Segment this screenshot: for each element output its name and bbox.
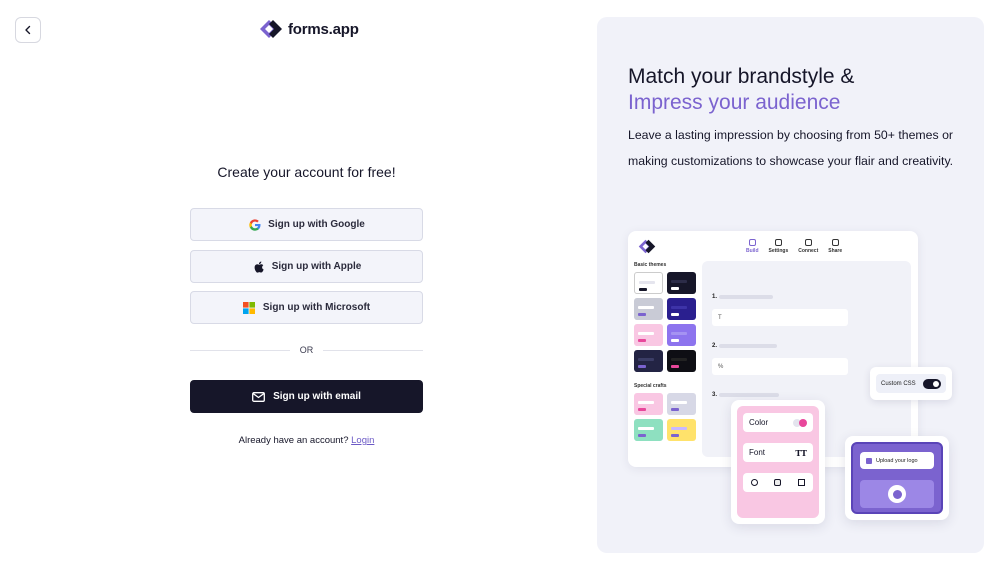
signup-heading: Create your account for free! <box>217 164 396 180</box>
question-line <box>719 393 779 397</box>
theme-thumbnail <box>634 298 663 320</box>
basic-themes-label: Basic themes <box>634 262 667 268</box>
share-icon <box>831 239 839 246</box>
apple-signup-button[interactable]: Sign up with Apple <box>190 250 423 283</box>
divider-line-left <box>190 349 290 351</box>
upload-logo-label: Upload your logo <box>876 457 918 464</box>
question-line <box>719 295 773 299</box>
upload-icon <box>866 457 872 464</box>
mockup-tab-connect: Connect <box>798 239 818 254</box>
connect-icon <box>804 239 812 246</box>
logo-preview-area <box>860 480 934 508</box>
question-input: T <box>712 309 848 326</box>
mockup-tab-build: Build <box>746 239 759 254</box>
theme-thumbnail <box>634 350 663 372</box>
login-prompt-text: Already have an account? <box>238 435 349 446</box>
custom-css-toggle <box>923 378 941 389</box>
promo-panel: Match your brandstyle & Impress your aud… <box>597 17 984 553</box>
theme-thumbnail <box>667 298 696 320</box>
theme-thumbnail <box>667 324 696 346</box>
brand-logo[interactable]: forms.app <box>259 19 359 39</box>
promo-description: Leave a lasting impression by choosing f… <box>628 128 954 168</box>
chevron-left-icon <box>25 25 31 35</box>
upload-logo-background: Upload your logo <box>851 442 943 514</box>
back-button[interactable] <box>15 17 41 43</box>
google-icon <box>248 218 261 231</box>
promo-title: Match your brandstyle & Impress your aud… <box>628 64 854 116</box>
theme-thumbnail <box>667 393 696 415</box>
microsoft-icon <box>243 301 256 314</box>
shape-row <box>743 473 813 492</box>
email-signup-button[interactable]: Sign up with email <box>190 380 423 413</box>
login-prompt: Already have an account? Login <box>190 435 423 446</box>
question-input: % <box>712 358 848 375</box>
color-row: Color <box>743 413 813 432</box>
theme-thumbnail <box>634 393 663 415</box>
logo-placeholder-icon <box>888 485 906 503</box>
question-number: 2. <box>712 343 718 349</box>
signup-page: forms.app Create your account for free! … <box>0 0 1000 568</box>
envelope-icon <box>252 391 266 402</box>
or-divider: OR <box>190 345 423 355</box>
mockup-tabs: Build Settings Connect Share <box>746 239 842 254</box>
upload-logo-card: Upload your logo <box>845 436 949 520</box>
theme-thumbnail <box>634 419 663 441</box>
question-line <box>719 344 777 348</box>
mockup-tab-settings: Settings <box>769 239 788 254</box>
custom-css-label: Custom CSS <box>881 380 916 387</box>
build-icon <box>748 239 756 246</box>
font-row: Font TT <box>743 443 813 462</box>
promo-title-line2: Impress your audience <box>628 91 841 114</box>
microsoft-signup-label: Sign up with Microsoft <box>262 302 371 313</box>
style-settings-card: Color Font TT <box>731 400 825 524</box>
theme-thumbnail <box>667 350 696 372</box>
google-signup-label: Sign up with Google <box>268 219 365 230</box>
google-signup-button[interactable]: Sign up with Google <box>190 208 423 241</box>
login-link[interactable]: Login <box>351 435 374 446</box>
microsoft-signup-button[interactable]: Sign up with Microsoft <box>190 291 423 324</box>
font-glyph-icon: TT <box>795 447 807 458</box>
apple-signup-label: Sign up with Apple <box>271 261 362 272</box>
apple-icon <box>252 260 265 273</box>
style-card-background: Color Font TT <box>737 406 819 518</box>
theme-thumbnail <box>634 272 663 294</box>
question-number: 1. <box>712 294 718 300</box>
theme-thumbnail <box>634 324 663 346</box>
color-swatches <box>793 418 807 427</box>
mockup-tab-share: Share <box>828 239 842 254</box>
theme-thumbnail <box>667 419 696 441</box>
color-label: Color <box>749 418 769 427</box>
email-signup-label: Sign up with email <box>273 391 361 402</box>
upload-logo-pill: Upload your logo <box>860 452 934 469</box>
custom-css-card: Custom CSS <box>870 367 952 400</box>
brand-name: forms.app <box>288 20 359 38</box>
font-label: Font <box>749 448 766 457</box>
gear-icon <box>774 239 782 246</box>
divider-line-right <box>323 349 423 351</box>
rounded-square-icon <box>774 479 782 486</box>
theme-thumbnail <box>667 272 696 294</box>
forms-app-logo-icon <box>260 20 282 38</box>
divider-label: OR <box>299 345 314 355</box>
question-number: 3. <box>712 392 718 398</box>
forms-app-logo-icon <box>638 239 656 254</box>
promo-title-line1: Match your brandstyle & <box>628 65 855 88</box>
special-crafts-label: Special crafts <box>634 383 667 389</box>
square-shape-icon <box>797 479 805 486</box>
circle-shape-icon <box>751 479 759 486</box>
